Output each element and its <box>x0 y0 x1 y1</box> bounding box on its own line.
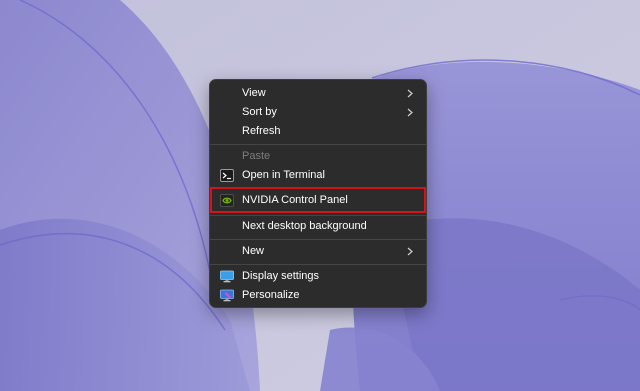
menu-item-new[interactable]: New <box>214 242 422 261</box>
menu-item-label: Display settings <box>242 270 320 282</box>
menu-item-label: Next desktop background <box>242 220 367 232</box>
menu-item-label: View <box>242 87 266 99</box>
menu-item-label: Sort by <box>242 106 277 118</box>
menu-item-paste: Paste <box>214 147 422 166</box>
display-icon <box>220 270 234 283</box>
menu-item-next-desktop-background[interactable]: Next desktop background <box>214 217 422 236</box>
chevron-right-icon <box>406 242 414 261</box>
menu-separator <box>210 264 426 265</box>
menu-item-display-settings[interactable]: Display settings <box>214 267 422 286</box>
menu-separator <box>210 144 426 145</box>
terminal-icon <box>220 169 234 182</box>
menu-separator <box>210 239 426 240</box>
menu-item-sort-by[interactable]: Sort by <box>214 103 422 122</box>
chevron-right-icon <box>406 84 414 103</box>
menu-item-view[interactable]: View <box>214 84 422 103</box>
menu-item-label: Open in Terminal <box>242 169 325 181</box>
menu-item-personalize[interactable]: Personalize <box>214 286 422 305</box>
menu-item-open-in-terminal[interactable]: Open in Terminal <box>214 166 422 185</box>
menu-item-label: New <box>242 245 265 257</box>
personalize-icon <box>220 289 234 302</box>
highlight-annotation-box <box>210 187 426 213</box>
menu-item-label: Refresh <box>242 125 281 137</box>
desktop[interactable]: View Sort by Refresh Paste Open in Termi… <box>0 0 640 391</box>
chevron-right-icon <box>406 103 414 122</box>
menu-item-refresh[interactable]: Refresh <box>214 122 422 141</box>
menu-separator <box>210 215 426 216</box>
desktop-context-menu: View Sort by Refresh Paste Open in Termi… <box>209 79 427 308</box>
menu-item-label: Personalize <box>242 289 300 301</box>
menu-item-label: Paste <box>242 150 271 162</box>
